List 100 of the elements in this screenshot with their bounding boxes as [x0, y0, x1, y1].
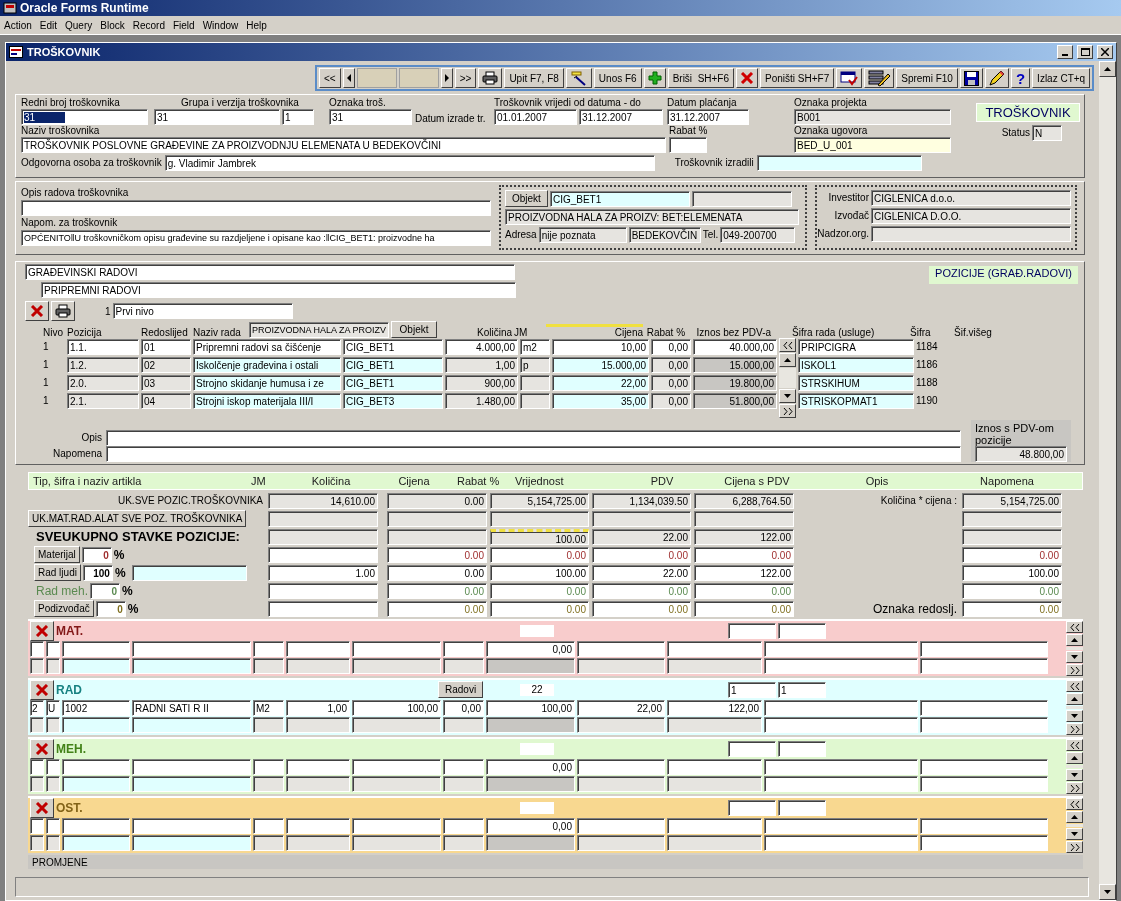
input-field[interactable]: [871, 226, 1071, 242]
input-field[interactable]: [132, 758, 251, 775]
scroll-down-button[interactable]: [1066, 769, 1083, 781]
input-field[interactable]: [268, 546, 378, 563]
query-button[interactable]: [565, 68, 592, 88]
last-record-button[interactable]: [1066, 664, 1083, 676]
menu-item[interactable]: Window: [198, 19, 243, 31]
input-field[interactable]: CIG_BET1: [343, 356, 443, 373]
help-button[interactable]: ?: [1010, 68, 1031, 88]
input-field[interactable]: STRISKOPMAT1: [798, 392, 914, 409]
input-field[interactable]: BEDEKOVČIN: [628, 227, 701, 243]
menu-item[interactable]: Query: [61, 19, 97, 31]
delete-button[interactable]: [736, 68, 759, 88]
input-field[interactable]: 1,00: [445, 356, 518, 373]
input-field[interactable]: [106, 430, 961, 446]
input-field[interactable]: PROIZVODNA HALA ZA PROIZV: BET:ELEMENATA: [505, 209, 799, 225]
toolbar-button[interactable]: >>: [454, 68, 477, 88]
input-field[interactable]: Prvi nivo: [112, 303, 293, 319]
input-field[interactable]: [920, 775, 1048, 792]
input-field[interactable]: [253, 775, 284, 792]
input-field[interactable]: 0.00: [694, 600, 794, 617]
input-field[interactable]: [132, 834, 251, 851]
input-field[interactable]: 0.00: [592, 600, 691, 617]
input-field[interactable]: 31.12.2007: [667, 109, 749, 125]
input-field[interactable]: CIG_BET1: [343, 374, 443, 391]
input-field[interactable]: [920, 657, 1048, 674]
input-field[interactable]: [920, 817, 1048, 834]
input-field[interactable]: [268, 528, 378, 545]
input-field[interactable]: [131, 564, 247, 581]
input-field[interactable]: [577, 817, 665, 834]
input-field[interactable]: 31: [21, 109, 148, 125]
input-field[interactable]: [253, 657, 284, 674]
menu-item[interactable]: Help: [242, 19, 271, 31]
menu-item[interactable]: Edit: [35, 19, 62, 31]
input-field[interactable]: 1: [282, 109, 314, 125]
input-field[interactable]: [62, 716, 130, 733]
last-record-button[interactable]: [1066, 723, 1083, 735]
input-field[interactable]: 14,610.00: [268, 492, 378, 509]
input-field[interactable]: [352, 775, 441, 792]
input-field[interactable]: [667, 640, 762, 657]
input-field[interactable]: 0,00: [651, 374, 691, 391]
input-field[interactable]: [443, 716, 484, 733]
input-field[interactable]: [577, 834, 665, 851]
input-field[interactable]: [778, 799, 826, 816]
input-field[interactable]: PRIPREMNI RADOVI: [41, 282, 516, 298]
input-field[interactable]: 22,00: [577, 699, 665, 716]
input-field[interactable]: [286, 775, 350, 792]
input-field[interactable]: [764, 775, 918, 792]
input-field[interactable]: [443, 834, 484, 851]
close-button[interactable]: [1097, 45, 1113, 59]
scroll-track[interactable]: [1066, 824, 1083, 827]
input-field[interactable]: GRAĐEVINSKI RADOVI: [25, 264, 515, 280]
scrollbar[interactable]: [1099, 61, 1116, 900]
input-field[interactable]: [443, 657, 484, 674]
input-field[interactable]: [352, 834, 441, 851]
input-field[interactable]: [728, 799, 776, 816]
input-field[interactable]: 4.000,00: [445, 338, 518, 355]
input-field[interactable]: TROŠKOVNIK POSLOVNE GRAĐEVINE ZA PROIZVODNJU ELEMENATA U BEDEKOVČINI: [21, 137, 666, 153]
input-field[interactable]: BED_U_001: [794, 137, 951, 153]
input-field[interactable]: 0,00: [651, 392, 691, 409]
scroll-down-button[interactable]: [1066, 828, 1083, 840]
input-field[interactable]: [46, 834, 60, 851]
previous-button[interactable]: [342, 68, 355, 88]
menu-item[interactable]: Record: [128, 19, 169, 31]
toolbar-button[interactable]: Spremi F10: [896, 68, 958, 88]
input-field[interactable]: 40.000,00: [693, 338, 777, 355]
input-field[interactable]: [132, 775, 251, 792]
input-field[interactable]: 0.00: [962, 600, 1062, 617]
menu-item[interactable]: Block: [96, 19, 129, 31]
input-field[interactable]: RADNI SATI R II: [132, 699, 251, 716]
input-field[interactable]: 22.00: [592, 564, 691, 581]
input-field[interactable]: 0.00: [387, 582, 487, 599]
input-field[interactable]: 1,134,039.50: [592, 492, 691, 509]
input-field[interactable]: [764, 699, 918, 716]
scroll-track[interactable]: [1066, 706, 1083, 709]
input-field[interactable]: 0.00: [387, 546, 487, 563]
input-field[interactable]: [387, 528, 487, 545]
input-field[interactable]: [920, 716, 1048, 733]
input-field[interactable]: 22.00: [592, 528, 691, 545]
input-field[interactable]: PROIZVODNA HALA ZA PROIZV: [249, 322, 390, 338]
input-field[interactable]: [286, 758, 350, 775]
input-field[interactable]: [46, 640, 60, 657]
input-field[interactable]: [592, 510, 691, 527]
input-field[interactable]: [286, 657, 350, 674]
input-field[interactable]: 0.00: [387, 492, 487, 509]
input-field[interactable]: 31.12.2007: [579, 109, 663, 125]
input-field[interactable]: [764, 758, 918, 775]
input-field[interactable]: 100.00: [490, 528, 589, 545]
input-field[interactable]: 2.0.: [67, 374, 139, 391]
input-field[interactable]: 0.00: [387, 600, 487, 617]
input-field[interactable]: 1: [728, 681, 776, 698]
input-field[interactable]: [778, 740, 826, 757]
scroll-up-button[interactable]: [779, 353, 796, 367]
input-field[interactable]: 0,00: [486, 640, 575, 657]
input-field[interactable]: [352, 640, 441, 657]
input-field[interactable]: [756, 155, 922, 171]
input-field[interactable]: [577, 657, 665, 674]
scroll-down-button[interactable]: [779, 389, 796, 403]
input-field[interactable]: 1,00: [286, 699, 350, 716]
toolbar-button[interactable]: Unos F6: [593, 68, 642, 88]
